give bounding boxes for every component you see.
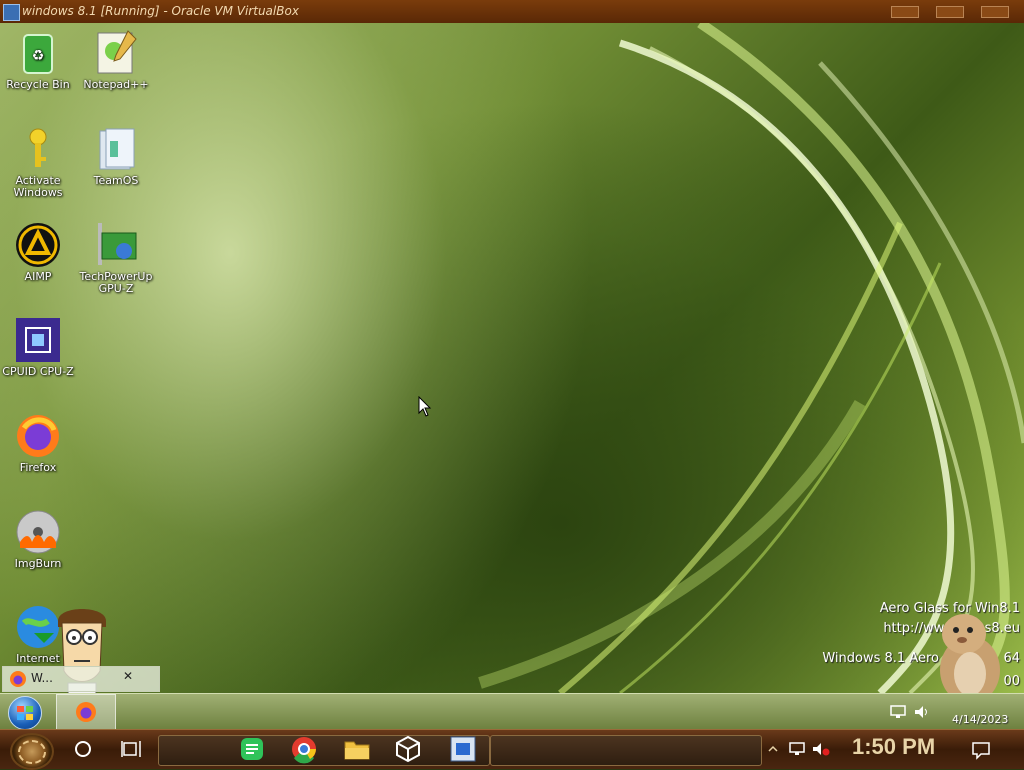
teamos-icon <box>92 125 140 173</box>
notification-center-icon[interactable] <box>971 740 991 760</box>
taskbar-item-firefox[interactable] <box>56 694 116 730</box>
cpu-z-icon <box>14 316 62 364</box>
icon-label: Activate Windows <box>13 174 63 199</box>
icon-label: TeamOS <box>93 174 139 187</box>
steampunk-taskbar: 1:50 PM <box>0 729 1024 770</box>
key-icon <box>14 125 62 173</box>
mouse-cursor-icon <box>418 396 432 417</box>
aimp-icon <box>14 221 62 269</box>
vm-title-bar[interactable]: windows 8.1 [Running] - Oracle VM Virtua… <box>0 0 1024 23</box>
gear-icon <box>18 740 46 764</box>
network-icon[interactable] <box>890 704 906 720</box>
desktop-icon-activate-windows[interactable]: Activate Windows <box>0 125 76 199</box>
chrome-icon[interactable] <box>289 734 319 764</box>
taskbar-thumbnail[interactable]: W... ✕ <box>2 666 160 692</box>
desktop-icon-gpu-z[interactable]: TechPowerUp GPU-Z <box>78 221 154 295</box>
taskbar-pipe-right <box>490 735 762 766</box>
desktop-icon-teamos[interactable]: TeamOS <box>78 125 154 187</box>
firefox-icon <box>14 412 62 460</box>
icon-label: AIMP <box>24 270 52 283</box>
firefox-icon <box>10 671 26 687</box>
aero-taskbar: 4/14/2023 <box>0 693 1024 730</box>
volume-icon[interactable] <box>914 704 930 720</box>
network-icon[interactable] <box>789 741 805 757</box>
svg-text:♻: ♻ <box>32 48 45 64</box>
wallpaper-swoosh <box>478 23 1024 693</box>
icon-label: Firefox <box>19 461 57 474</box>
taskbar-pipe-left <box>158 735 490 766</box>
restore-button[interactable] <box>936 6 964 18</box>
imgburn-icon <box>14 508 62 556</box>
desktop-icon-cpu-z[interactable]: CPUID CPU-Z <box>0 316 76 378</box>
desktop[interactable]: ♻ Recycle Bin Activate Windows AIMP CPUI… <box>0 23 1024 693</box>
icon-label: ImgBurn <box>14 557 62 570</box>
thumbnail-close-button[interactable]: ✕ <box>123 669 133 683</box>
volume-muted-icon[interactable] <box>812 741 830 757</box>
taskbar-clock[interactable]: 1:50 PM <box>852 734 935 760</box>
watermark-line-3: Windows 8.1 Aero <box>822 651 939 666</box>
window-title: windows 8.1 [Running] - Oracle VM Virtua… <box>22 4 299 18</box>
icon-label: CPUID CPU-Z <box>2 365 74 378</box>
recycle-bin-icon: ♻ <box>14 29 62 77</box>
chevron-up-icon[interactable] <box>768 744 778 754</box>
icon-label: TechPowerUp GPU-Z <box>79 270 153 295</box>
cortana-icon[interactable] <box>73 739 93 759</box>
virtualbox-icon[interactable] <box>393 734 423 764</box>
start-button[interactable] <box>10 733 54 770</box>
icon-label: Recycle Bin <box>6 78 70 91</box>
windows-8-1-vm-icon[interactable] <box>448 734 478 764</box>
file-explorer-icon[interactable] <box>342 734 372 764</box>
desktop-icon-aimp[interactable]: AIMP <box>0 221 76 283</box>
aero-date[interactable]: 4/14/2023 <box>952 713 1008 726</box>
close-window-button[interactable] <box>981 6 1009 18</box>
task-view-icon[interactable] <box>120 739 142 759</box>
desktop-icon-recycle-bin[interactable]: ♻ Recycle Bin <box>0 29 76 91</box>
gpu-z-icon <box>92 221 140 269</box>
virtualbox-icon <box>3 4 20 21</box>
desktop-icon-imgburn[interactable]: ImgBurn <box>0 508 76 570</box>
thumbnail-label: W... <box>31 671 53 685</box>
minimize-button[interactable] <box>891 6 919 18</box>
windows-logo-icon <box>17 706 33 720</box>
desktop-icon-notepad-plus-plus[interactable]: Notepad++ <box>78 29 154 91</box>
windows-start-button[interactable] <box>8 696 42 730</box>
notes-app-icon[interactable] <box>237 734 267 764</box>
firefox-icon <box>76 702 96 722</box>
hamster-icon <box>940 614 1000 693</box>
notepad-plus-plus-icon <box>92 29 140 77</box>
icon-label: Notepad++ <box>83 78 149 91</box>
desktop-icon-firefox[interactable]: Firefox <box>0 412 76 474</box>
